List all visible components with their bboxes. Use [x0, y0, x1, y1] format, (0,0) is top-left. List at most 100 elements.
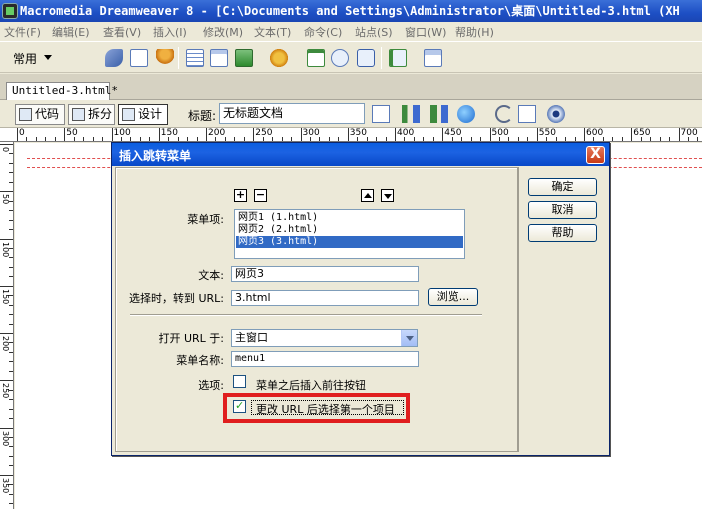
visual-aids-icon[interactable] [547, 105, 565, 123]
open-in-value: 主窗口 [235, 331, 268, 344]
ruler-tick [45, 137, 47, 141]
ruler-label: 400 [397, 128, 415, 138]
menu-commands[interactable]: 命令(C) [304, 24, 342, 40]
ok-button[interactable]: 确定 [528, 178, 597, 196]
document-title-input[interactable]: 无标题文档 [219, 103, 365, 124]
menu-site[interactable]: 站点(S) [355, 24, 393, 40]
ruler-tick [300, 128, 302, 141]
ruler-tick [9, 370, 13, 372]
toolbar-separator [178, 47, 179, 69]
ruler-tick [0, 427, 13, 429]
list-item[interactable]: 网页2 (2.html) [236, 224, 463, 236]
browser-preview-icon[interactable] [457, 105, 475, 123]
url-label: 选择时，转到 URL: [128, 292, 224, 305]
ruler-tick [9, 493, 13, 495]
refresh-icon[interactable] [495, 105, 513, 123]
ruler-tick [139, 137, 141, 141]
chevron-down-icon[interactable] [44, 55, 52, 60]
menu-window[interactable]: 窗口(W) [405, 24, 446, 40]
url-field[interactable]: 3.html [231, 290, 419, 306]
add-item-button[interactable]: + [234, 189, 247, 202]
ruler-label: 600 [586, 128, 604, 138]
ruler-label: 350 [1, 477, 10, 494]
toolbar-separator [381, 47, 382, 69]
ruler-tick [480, 137, 482, 141]
ruler-tick [92, 137, 94, 141]
menu-items-list[interactable]: 网页1 (1.html) 网页2 (2.html) 网页3 (3.html) [234, 209, 465, 259]
insert-go-button-checkbox[interactable] [233, 375, 246, 388]
server-comment-icon[interactable] [331, 49, 349, 67]
comment-icon[interactable] [357, 49, 375, 67]
ruler-tick [678, 128, 680, 141]
preview-icon[interactable] [430, 105, 448, 123]
menu-edit[interactable]: 编辑(E) [52, 24, 90, 40]
chevron-down-icon[interactable] [401, 330, 417, 346]
design-view-button[interactable]: 设计 [118, 104, 168, 125]
open-in-select[interactable]: 主窗口 [231, 329, 418, 347]
menu-view[interactable]: 查看(V) [103, 24, 141, 40]
text-label: 文本: [198, 269, 224, 282]
date-icon[interactable] [307, 49, 325, 67]
ruler-label: 500 [491, 128, 509, 138]
menu-file[interactable]: 文件(F) [4, 24, 41, 40]
ruler-tick [9, 399, 13, 401]
design-view-label: 设计 [138, 107, 163, 121]
ruler-tick [0, 380, 13, 382]
ruler-tick [584, 128, 585, 141]
email-link-icon[interactable] [130, 49, 148, 67]
remove-item-button[interactable]: − [254, 189, 267, 202]
ruler-tick [0, 333, 13, 334]
head-content-icon[interactable] [389, 49, 407, 67]
ruler-tick [9, 229, 13, 231]
browse-button[interactable]: 浏览... [428, 288, 478, 306]
ruler-tick [9, 181, 13, 183]
ruler-tick [9, 351, 13, 353]
menu-text[interactable]: 文本(T) [254, 24, 291, 40]
ruler-tick [9, 323, 13, 325]
menu-insert[interactable]: 插入(I) [153, 24, 187, 40]
ruler-tick [0, 238, 13, 240]
list-item-selected[interactable]: 网页3 (3.html) [236, 236, 463, 248]
ruler-label: 700 [680, 128, 698, 138]
list-item[interactable]: 网页1 (1.html) [236, 212, 463, 224]
image-icon[interactable] [235, 49, 253, 67]
code-view-button[interactable]: 代码 [15, 104, 65, 125]
file-management-icon[interactable] [402, 105, 420, 123]
ruler-label: 100 [1, 241, 10, 257]
ruler-tick [291, 137, 293, 141]
split-view-button[interactable]: 拆分 [68, 104, 115, 125]
media-icon[interactable] [270, 49, 288, 67]
vertical-ruler: 0 50 100 150 200 250 300 350 [0, 142, 14, 509]
tab-untitled-3[interactable]: Untitled-3.html* [6, 82, 118, 100]
ruler-tick [9, 210, 13, 212]
layer-icon[interactable] [210, 49, 228, 67]
view-options-icon[interactable] [518, 105, 536, 123]
named-anchor-icon[interactable] [156, 49, 174, 67]
help-button[interactable]: 帮助 [528, 224, 597, 242]
section-divider [130, 314, 482, 316]
ruler-tick [338, 137, 340, 141]
ruler-tick [9, 361, 13, 363]
ruler-label: 550 [538, 128, 556, 138]
open-in-label: 打开 URL 于: [158, 332, 224, 345]
document-toolbar: 代码 拆分 设计 标题: 无标题文档 [0, 100, 702, 128]
move-down-button[interactable] [381, 189, 394, 202]
ruler-label: 300 [1, 430, 10, 446]
ruler-tick [0, 191, 13, 193]
ruler-tick [489, 128, 491, 141]
move-up-button[interactable] [361, 189, 374, 202]
ruler-tick [9, 446, 13, 448]
item-text-field[interactable]: 网页3 [231, 266, 419, 282]
hyperlink-icon[interactable] [105, 49, 123, 67]
template-icon[interactable] [424, 49, 442, 67]
close-icon[interactable]: X [586, 146, 605, 164]
menu-help[interactable]: 帮助(H) [455, 24, 494, 40]
menu-name-field[interactable]: menu1 [231, 351, 419, 367]
category-dropdown[interactable]: 常用 [13, 50, 37, 67]
no-browser-check-icon[interactable] [372, 105, 390, 123]
cancel-button[interactable]: 取消 [528, 201, 597, 219]
table-icon[interactable] [186, 49, 204, 67]
ruler-tick [659, 137, 661, 141]
red-highlight-box [223, 393, 410, 423]
menu-modify[interactable]: 修改(M) [203, 24, 243, 40]
